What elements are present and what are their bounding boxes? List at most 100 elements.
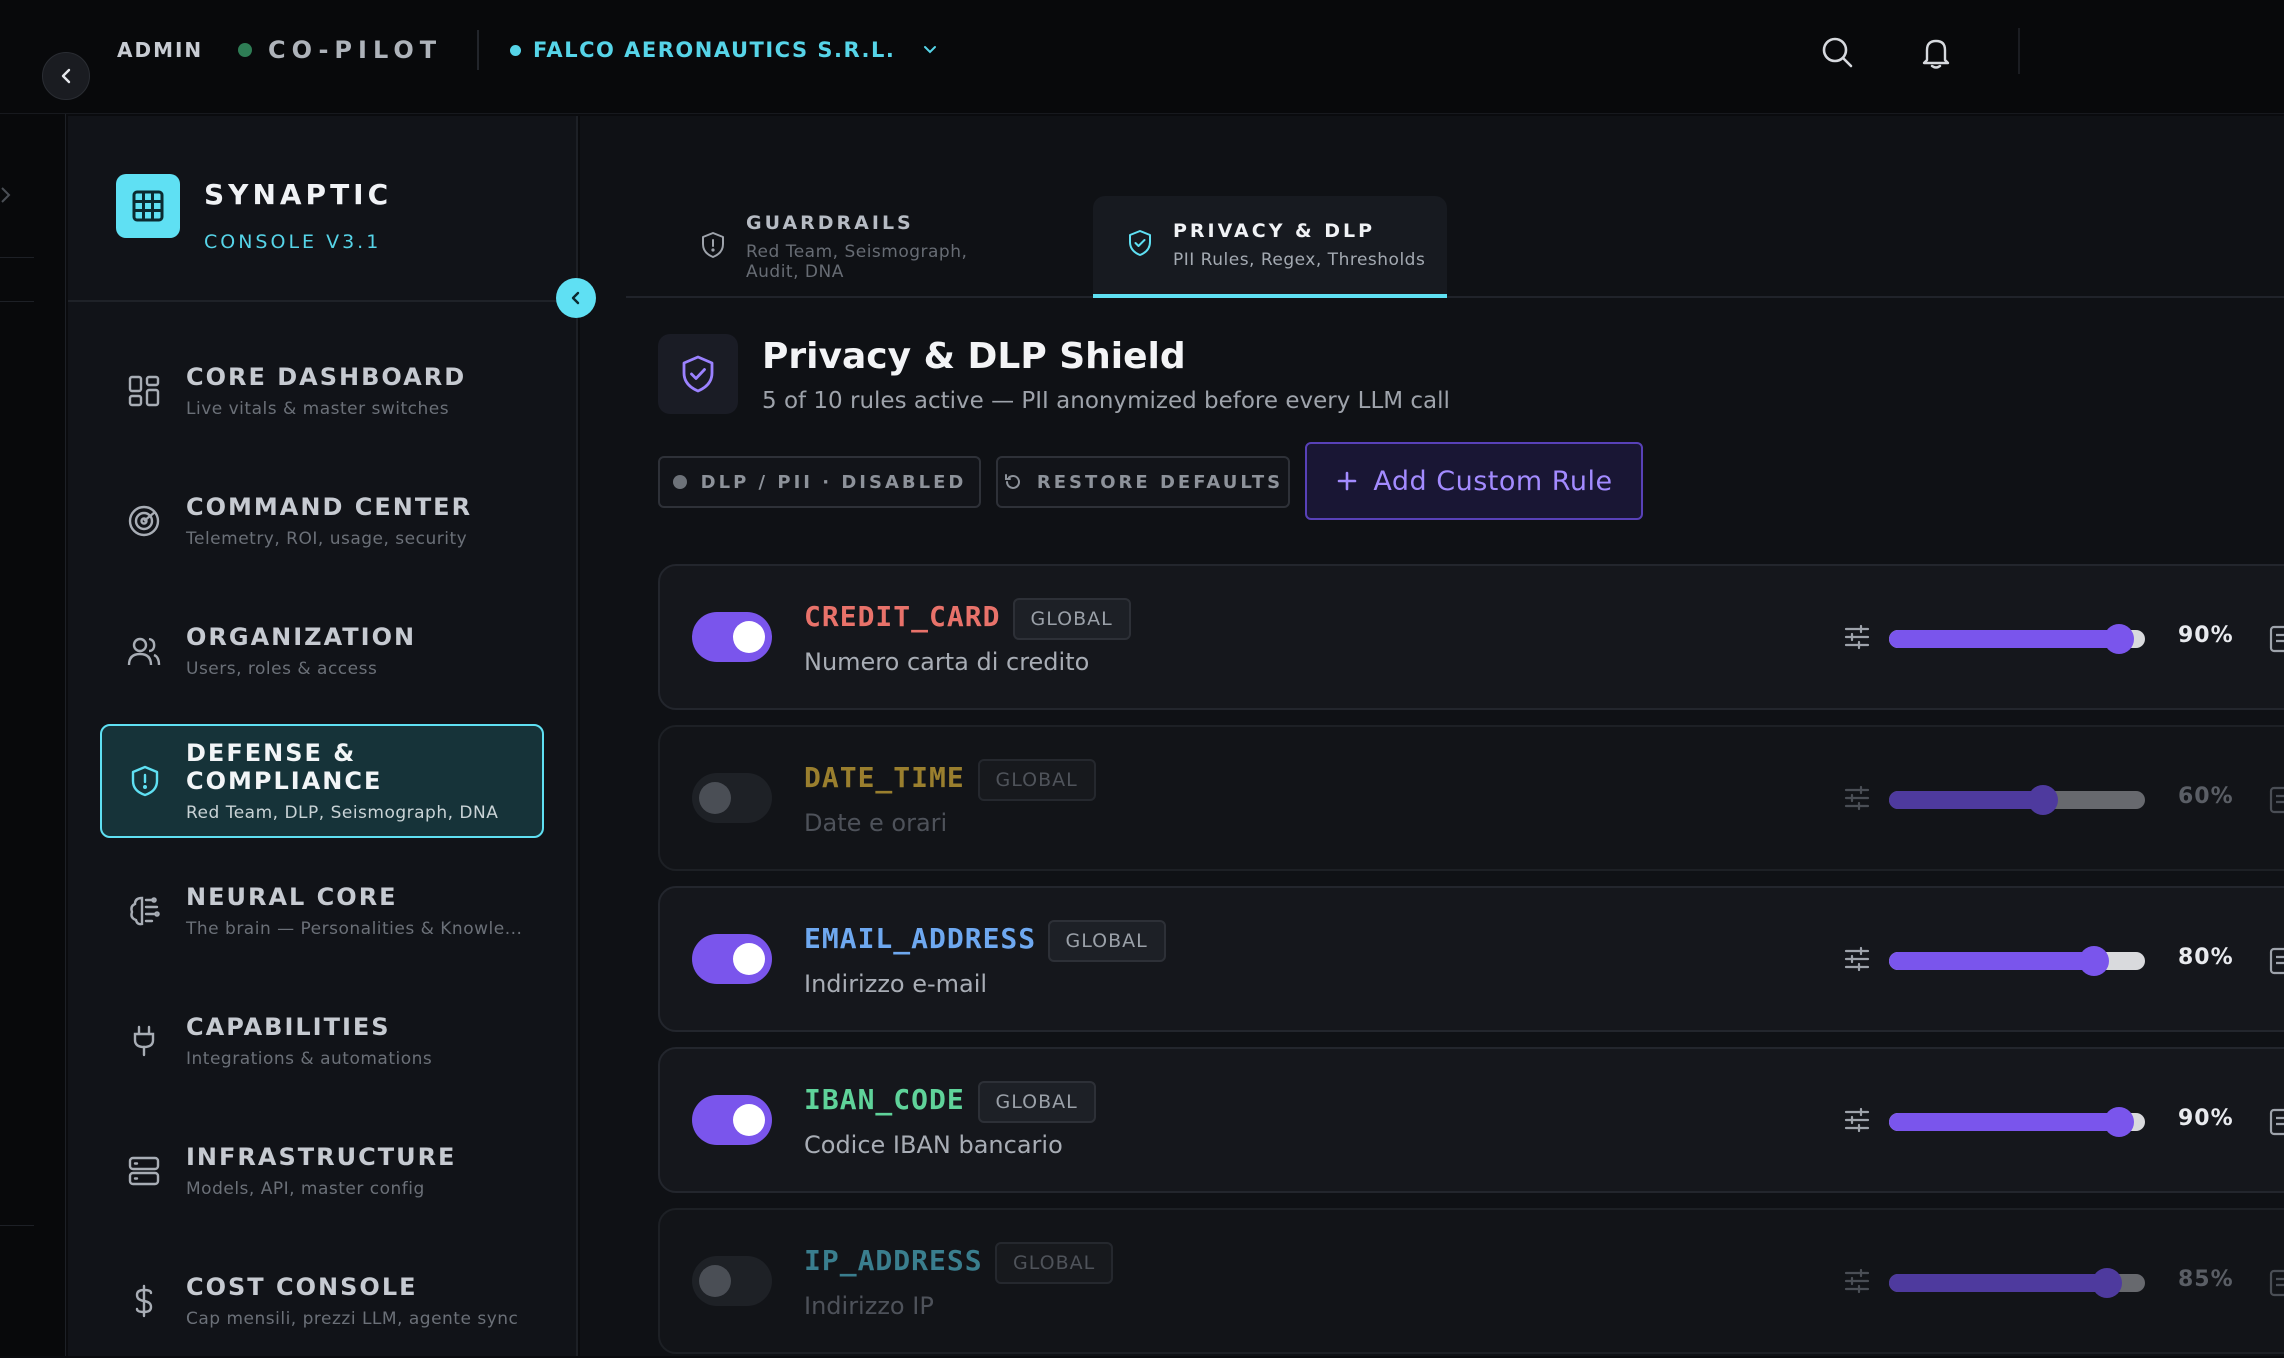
toggle-knob — [699, 782, 731, 814]
threshold-value: 80% — [2178, 945, 2234, 970]
sliders-icon[interactable] — [1842, 1266, 1872, 1296]
nav-title: CORE DASHBOARD — [186, 363, 467, 391]
rule-name: IP_ADDRESS — [804, 1244, 983, 1277]
nav-title: CAPABILITIES — [186, 1013, 391, 1041]
admin-label[interactable]: ADMIN — [117, 38, 203, 62]
tab-title: GUARDRAILS — [746, 212, 914, 234]
slider-thumb[interactable] — [2104, 1107, 2135, 1137]
nav-subtitle: Integrations & automations — [186, 1049, 433, 1069]
slider-thumb[interactable] — [2091, 1268, 2122, 1298]
dlp-status-button[interactable]: DLP / PII · DISABLED — [658, 456, 981, 508]
notifications-button[interactable] — [1914, 30, 1958, 74]
rule-toggle[interactable] — [692, 612, 772, 662]
rotate-ccw-icon — [1004, 474, 1020, 489]
edit-icon[interactable] — [2268, 946, 2284, 976]
copilot-switch[interactable]: CO-PILOT — [238, 36, 442, 64]
edit-icon[interactable] — [2268, 785, 2284, 815]
sliders-icon[interactable] — [1842, 622, 1872, 652]
tab-subtitle: PII Rules, Regex, Thresholds — [1173, 250, 1426, 270]
nav-item-capabilities[interactable]: CAPABILITIES Integrations & automations — [100, 984, 544, 1098]
scope-badge: GLOBAL — [977, 759, 1096, 801]
shield-check-icon — [658, 334, 738, 414]
slider-thumb[interactable] — [2027, 785, 2058, 815]
main-content: GUARDRAILS Red Team, Seismograph, Audit, … — [580, 116, 2284, 1356]
tab-subtitle: Red Team, Seismograph, Audit, DNA — [746, 242, 968, 282]
rule-toggle[interactable] — [692, 1095, 772, 1145]
copilot-status-dot — [238, 43, 252, 57]
threshold-value: 90% — [2178, 623, 2234, 648]
status-dot — [672, 475, 687, 489]
tab-guardrails[interactable]: GUARDRAILS Red Team, Seismograph, Audit, … — [666, 196, 1006, 298]
collapse-sidebar-button[interactable] — [556, 278, 596, 318]
rule-row: CREDIT_CARD GLOBAL Numero carta di credi… — [658, 564, 2284, 710]
copilot-label: CO-PILOT — [268, 36, 443, 64]
rule-toggle[interactable] — [692, 773, 772, 823]
slider-fill — [1889, 791, 2043, 809]
server-icon — [126, 1153, 162, 1189]
edit-icon[interactable] — [2268, 624, 2284, 654]
radar-icon — [126, 503, 162, 539]
dollar-icon — [126, 1283, 162, 1319]
chevron-right-icon[interactable] — [0, 180, 16, 210]
nav-item-organization[interactable]: ORGANIZATION Users, roles & access — [100, 594, 544, 708]
nav-item-neural-core[interactable]: NEURAL CORE The brain — Personalities & K… — [100, 854, 544, 968]
scope-badge: GLOBAL — [1012, 598, 1131, 640]
top-divider — [477, 30, 479, 70]
sliders-icon[interactable] — [1842, 1105, 1872, 1135]
rail-divider — [0, 257, 34, 258]
threshold-slider[interactable] — [1889, 785, 2145, 815]
nav-subtitle: Users, roles & access — [186, 659, 378, 679]
rail-divider — [0, 1225, 34, 1226]
threshold-value: 60% — [2178, 784, 2234, 809]
nav-title: INFRASTRUCTURE — [186, 1143, 457, 1171]
add-rule-label: Add Custom Rule — [1373, 465, 1613, 497]
rail-divider — [0, 301, 34, 302]
nav-title: NEURAL CORE — [186, 883, 398, 911]
org-name: FALCO AERONAUTICS S.R.L. — [533, 38, 896, 62]
edit-icon[interactable] — [2268, 1107, 2284, 1137]
threshold-slider[interactable] — [1889, 946, 2145, 976]
add-custom-rule-button[interactable]: Add Custom Rule — [1305, 442, 1643, 520]
nav-item-defense-compliance[interactable]: DEFENSE & COMPLIANCE Red Team, DLP, Seism… — [100, 724, 544, 838]
threshold-slider[interactable] — [1889, 1107, 2145, 1137]
left-rail — [0, 114, 66, 1356]
threshold-slider[interactable] — [1889, 1268, 2145, 1298]
nav-item-infrastructure[interactable]: INFRASTRUCTURE Models, API, master config — [100, 1114, 544, 1228]
back-button[interactable] — [42, 52, 90, 100]
org-selector[interactable]: FALCO AERONAUTICS S.R.L. — [510, 38, 939, 62]
slider-thumb[interactable] — [2078, 946, 2109, 976]
rule-toggle[interactable] — [692, 934, 772, 984]
sliders-icon[interactable] — [1842, 783, 1872, 813]
slider-fill — [1889, 1274, 2107, 1292]
restore-defaults-button[interactable]: RESTORE DEFAULTS — [996, 456, 1290, 508]
dashboard-icon — [126, 373, 162, 409]
rule-name: IBAN_CODE — [804, 1083, 965, 1116]
page-title: Privacy & DLP Shield — [762, 336, 1186, 377]
shield-check-icon — [1127, 229, 1153, 261]
threshold-value: 85% — [2178, 1267, 2234, 1292]
rule-description: Codice IBAN bancario — [804, 1131, 1063, 1159]
rule-toggle[interactable] — [692, 1256, 772, 1306]
brand-name: SYNAPTIC — [204, 178, 393, 211]
rule-description: Date e orari — [804, 809, 948, 837]
chevron-down-icon — [924, 46, 937, 54]
sliders-icon[interactable] — [1842, 944, 1872, 974]
search-icon — [1822, 37, 1853, 68]
nav-title: COST CONSOLE — [186, 1273, 418, 1301]
users-icon — [126, 633, 162, 669]
edit-icon[interactable] — [2268, 1268, 2284, 1298]
nav-item-core-dashboard[interactable]: CORE DASHBOARD Live vitals & master switc… — [100, 334, 544, 448]
search-button[interactable] — [1815, 30, 1859, 74]
nav-title: DEFENSE & COMPLIANCE — [186, 739, 383, 795]
nav-item-cost-console[interactable]: COST CONSOLE Cap mensili, prezzi LLM, age… — [100, 1244, 544, 1358]
brain-icon — [126, 893, 162, 929]
rule-description: Indirizzo IP — [804, 1292, 934, 1320]
shield-alert-icon — [700, 231, 726, 263]
rule-row: DATE_TIME GLOBAL Date e orari 60% — [658, 725, 2284, 871]
shield-alert-icon — [128, 763, 162, 799]
tab-privacy-dlp[interactable]: PRIVACY & DLP PII Rules, Regex, Threshold… — [1093, 196, 1447, 298]
slider-thumb[interactable] — [2104, 624, 2135, 654]
threshold-slider[interactable] — [1889, 624, 2145, 654]
nav-item-command-center[interactable]: COMMAND CENTER Telemetry, ROI, usage, sec… — [100, 464, 544, 578]
brand-version: CONSOLE V3.1 — [204, 231, 382, 253]
